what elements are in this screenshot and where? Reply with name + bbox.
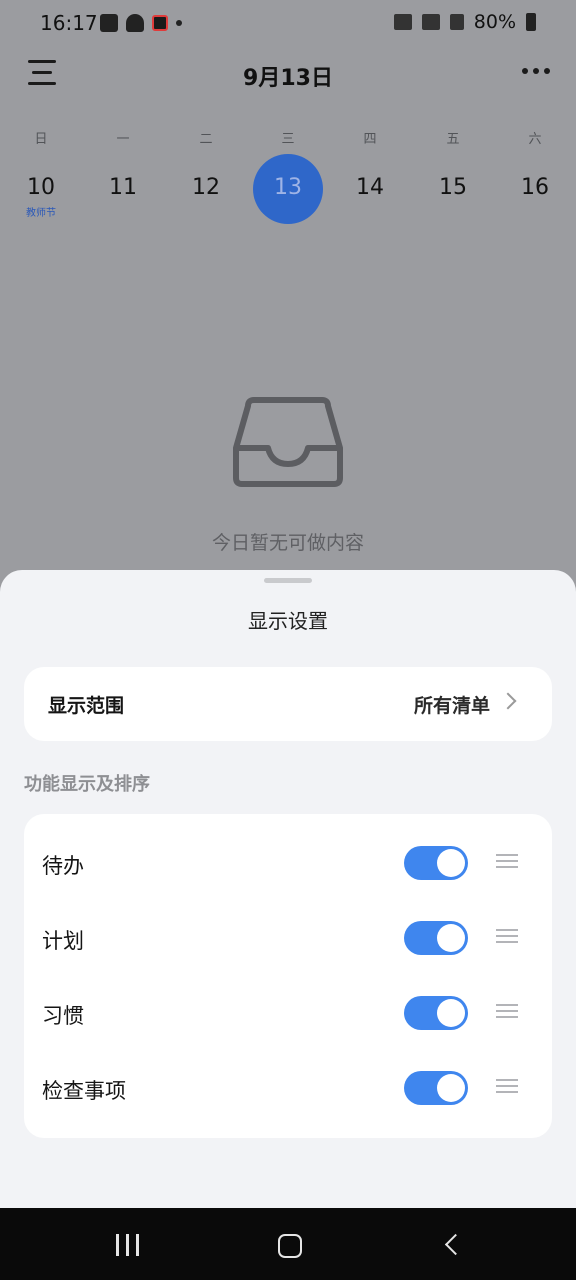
chevron-right-icon [499, 692, 517, 710]
section-heading: 功能显示及排序 [24, 774, 150, 795]
status-right: 80% [393, 11, 536, 33]
day-number: 11 [109, 175, 137, 200]
system-nav-bar [0, 1208, 576, 1280]
weekday-label: 六 [528, 132, 542, 147]
todo-toggle[interactable] [404, 846, 468, 880]
day-cell[interactable]: 11 [88, 154, 158, 224]
day-number: 15 [439, 175, 467, 200]
drag-handle-icon[interactable] [496, 854, 518, 868]
status-bar: 16:17 80% [0, 0, 576, 48]
day-cell[interactable]: 10 教师节 [6, 154, 76, 224]
more-notifications-icon [176, 20, 182, 26]
feature-row-todo: 待办 [24, 826, 552, 901]
drag-handle-icon[interactable] [496, 929, 518, 943]
battery-icon [526, 13, 536, 31]
day-cell[interactable]: 15 [418, 154, 488, 224]
day-cell[interactable]: 16 [500, 154, 570, 224]
day-number: 14 [356, 175, 384, 200]
back-icon[interactable] [444, 1233, 467, 1256]
battery-percent: 80% [473, 11, 516, 33]
week-strip: 日 一 二 三 四 五 六 10 教师节 11 12 13 14 15 16 [0, 128, 576, 228]
status-time: 16:17 [40, 11, 98, 35]
feature-label: 检查事项 [42, 1079, 126, 1103]
sheet-title: 显示设置 [248, 609, 328, 633]
display-scope-value: 所有清单 [413, 695, 490, 717]
day-cell[interactable]: 14 [335, 154, 405, 224]
home-icon[interactable] [278, 1234, 302, 1258]
empty-inbox-icon [233, 397, 343, 487]
feature-row-plan: 计划 [24, 901, 552, 976]
plan-toggle[interactable] [404, 921, 468, 955]
app-header: 9月13日 [0, 48, 576, 102]
wifi-icon [421, 14, 440, 30]
more-options-icon[interactable] [522, 68, 550, 74]
record-app-icon [152, 15, 168, 31]
recents-icon[interactable] [116, 1234, 140, 1256]
bell-icon [126, 14, 144, 32]
checklist-toggle[interactable] [404, 1071, 468, 1105]
weekday-label: 四 [363, 132, 377, 147]
sheet-drag-handle[interactable] [264, 578, 312, 583]
feature-list: 待办 计划 习惯 检查事项 [24, 814, 552, 1138]
holiday-label: 教师节 [26, 208, 56, 219]
page-title: 9月13日 [243, 66, 333, 91]
display-scope-label: 显示范围 [48, 695, 125, 717]
empty-state-text: 今日暂无可做内容 [211, 532, 364, 554]
feature-row-habit: 习惯 [24, 976, 552, 1051]
day-number: 13 [274, 175, 302, 200]
display-scope-row[interactable]: 显示范围 所有清单 [24, 667, 552, 741]
feature-label: 习惯 [42, 1004, 84, 1028]
drag-handle-icon[interactable] [496, 1004, 518, 1018]
feature-label: 待办 [42, 854, 84, 878]
habit-toggle[interactable] [404, 996, 468, 1030]
signal-icon [449, 14, 464, 30]
display-settings-sheet: 显示设置 显示范围 所有清单 功能显示及排序 待办 计划 习惯 检查事项 [0, 570, 576, 1208]
day-number: 12 [192, 175, 220, 200]
weekday-label: 二 [199, 132, 213, 147]
weekday-label: 日 [34, 132, 48, 147]
weekday-label: 一 [116, 132, 130, 147]
day-number: 16 [521, 175, 549, 200]
status-left-icons [100, 14, 182, 32]
day-cell[interactable]: 12 [171, 154, 241, 224]
feature-label: 计划 [42, 929, 84, 953]
mute-icon [393, 14, 412, 30]
day-cell-selected[interactable]: 13 [253, 154, 323, 224]
feature-row-checklist: 检查事项 [24, 1051, 552, 1126]
weekday-label: 三 [281, 132, 295, 147]
weekday-label: 五 [446, 132, 460, 147]
gallery-icon [100, 14, 118, 32]
drag-handle-icon[interactable] [496, 1079, 518, 1093]
